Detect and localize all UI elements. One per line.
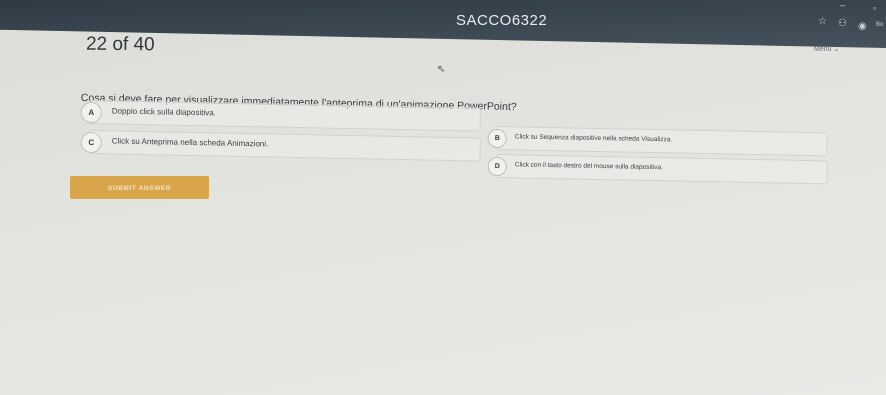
option-letter-badge: A [80, 101, 102, 124]
option-letter-badge: D [487, 156, 507, 177]
bookmark-label[interactable]: Bo [876, 22, 883, 28]
answer-option-d[interactable]: D Click con il tasto destro del mouse su… [487, 154, 828, 185]
option-text: Doppio click sulla diapositiva. [111, 106, 216, 118]
star-icon[interactable]: ☆ [818, 16, 827, 27]
window-title: SACCO6322 [456, 12, 548, 29]
option-text: Click su Sequenza diapositive nella sche… [514, 133, 673, 144]
menu-button[interactable]: Menu ⌄ [814, 45, 839, 53]
mouse-cursor-icon: ⇖ [437, 64, 446, 75]
extension-icon[interactable]: ◉ [858, 21, 867, 32]
option-letter-badge: C [80, 131, 102, 154]
answer-option-b[interactable]: B Click su Sequenza diapositive nella sc… [487, 126, 828, 157]
option-letter-badge: B [487, 128, 507, 149]
profile-icon[interactable]: ⚇ [838, 18, 847, 29]
answer-option-c[interactable]: C Click su Anteprima nella scheda Animaz… [80, 130, 481, 162]
question-counter: 22 of 40 [85, 33, 155, 56]
option-text: Click su Anteprima nella scheda Animazio… [111, 136, 269, 149]
maximize-button[interactable]: ▫ [873, 3, 876, 13]
minimize-button[interactable]: – [840, 0, 845, 10]
option-text: Click con il tasto destro del mouse sull… [514, 161, 663, 172]
submit-answer-button[interactable]: SUBMIT ANSWER [70, 176, 209, 199]
